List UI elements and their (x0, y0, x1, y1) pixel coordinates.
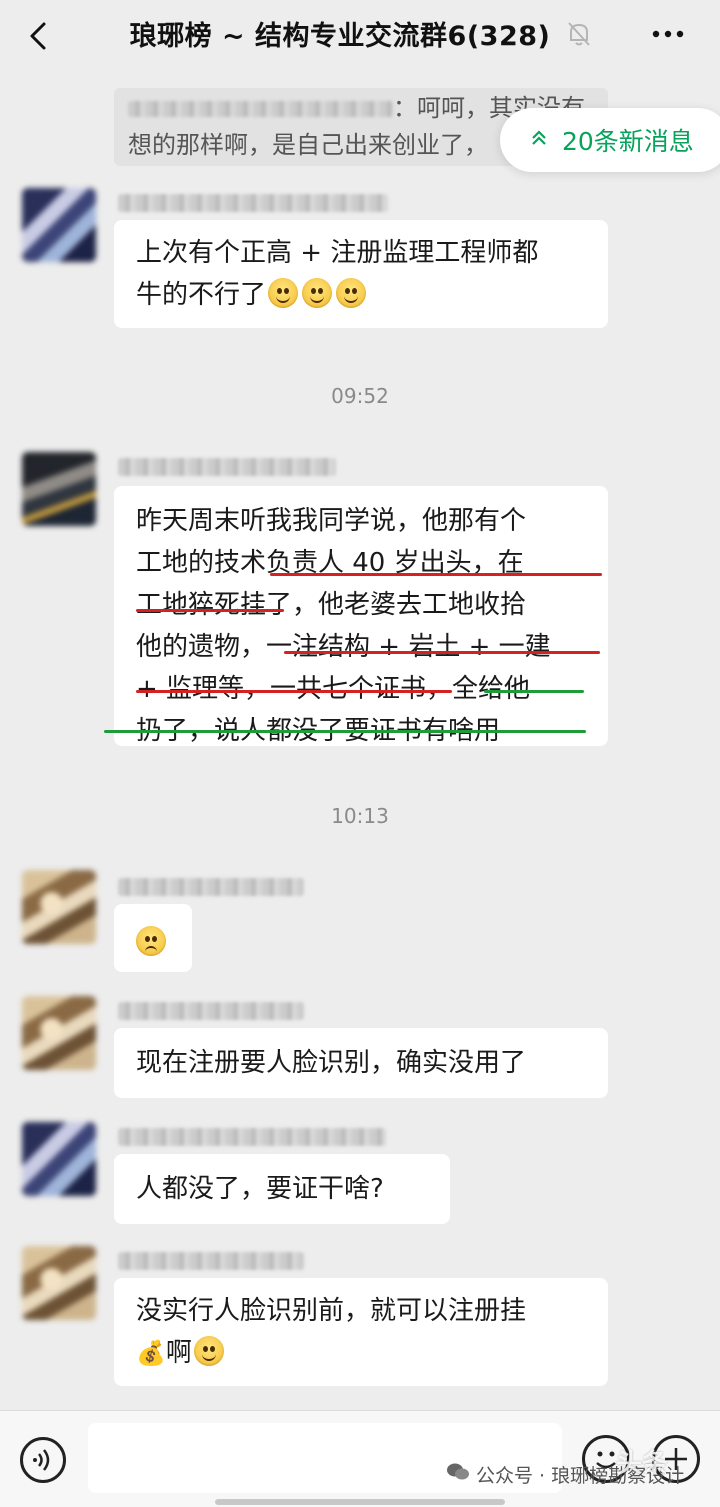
smile-emoji-icon (268, 278, 299, 308)
avatar[interactable] (22, 452, 96, 526)
message-bubble[interactable] (114, 904, 192, 972)
message-line: 昨天周末听我我同学说，他那有个 (136, 506, 527, 536)
message-bubble[interactable]: 上次有个正高 + 注册监理工程师都 牛的不行了 (114, 220, 608, 328)
money-bag-icon: 💰 (136, 1339, 166, 1367)
avatar[interactable] (22, 870, 96, 944)
message-line: 他的遗物，一注结构 + 岩土 + 一建 (136, 632, 551, 662)
message-line: 人都没了，要证干啥? (136, 1174, 384, 1204)
blurred-sender-name (118, 194, 388, 212)
muted-bell-icon (568, 22, 590, 46)
red-underline (270, 573, 602, 576)
home-indicator (215, 1499, 505, 1505)
message-bubble[interactable]: 昨天周末听我我同学说，他那有个 工地的技术负责人 40 岁出头，在 工地猝死挂了… (114, 486, 608, 746)
voice-icon[interactable] (20, 1437, 66, 1483)
blurred-sender-name (118, 458, 336, 476)
green-underline (484, 690, 584, 693)
message-line: + 监理等，一共七个证书，全给他 (136, 674, 531, 704)
watermark: 公众号 · 琅琊榜勘察设计 头条 (446, 1449, 684, 1488)
timestamp: 09:52 (331, 384, 389, 408)
new-messages-button[interactable]: 20条新消息 (500, 108, 720, 172)
message-line: 没实行人脸识别前，就可以注册挂 (136, 1296, 527, 1326)
message-line: 工地的技术负责人 40 岁出头，在 (136, 548, 524, 578)
input-bar: 公众号 · 琅琊榜勘察设计 头条 (0, 1410, 720, 1507)
double-chevron-up-icon (530, 129, 548, 152)
blurred-quote-sender (128, 101, 393, 117)
watermark-overlay: 头条 (616, 1449, 669, 1479)
message-bubble[interactable]: 现在注册要人脸识别，确实没用了 (114, 1028, 608, 1098)
message-bubble[interactable]: 人都没了，要证干啥? (114, 1154, 450, 1224)
smile-emoji-icon (336, 278, 367, 308)
red-underline (284, 651, 600, 654)
chat-title: 琅琊榜 ~ 结构专业交流群6(328) (129, 21, 551, 52)
blurred-sender-name (118, 1128, 386, 1146)
smirk-emoji-icon (193, 1336, 224, 1366)
blurred-sender-name (118, 878, 304, 896)
message-line: 上次有个正高 + 注册监理工程师都 (136, 238, 539, 268)
avatar[interactable] (22, 1246, 96, 1320)
blurred-sender-name (118, 1252, 304, 1270)
more-icon[interactable] (648, 22, 688, 46)
message-line: 牛的不行了 (136, 280, 267, 310)
back-arrow-icon[interactable] (22, 18, 58, 54)
smile-emoji-icon (302, 278, 333, 308)
message-line: 工地猝死挂了，他老婆去工地收拾 (136, 590, 527, 620)
message-line: 啊 (165, 1338, 192, 1368)
new-messages-label: 20条新消息 (562, 127, 694, 156)
red-underline (136, 609, 284, 612)
sad-emoji-icon (136, 926, 166, 956)
timestamp: 10:13 (331, 804, 389, 828)
message-line: 现在注册要人脸识别，确实没用了 (136, 1048, 527, 1078)
red-underline (136, 690, 452, 693)
avatar[interactable] (22, 996, 96, 1070)
message-bubble[interactable]: 没实行人脸识别前，就可以注册挂 💰啊 (114, 1278, 608, 1386)
chat-header: 琅琊榜 ~ 结构专业交流群6(328) (0, 0, 720, 72)
avatar[interactable] (22, 1122, 96, 1196)
blurred-sender-name (118, 1002, 304, 1020)
green-underline (104, 730, 586, 733)
avatar[interactable] (22, 188, 96, 262)
wechat-icon (446, 1462, 470, 1487)
